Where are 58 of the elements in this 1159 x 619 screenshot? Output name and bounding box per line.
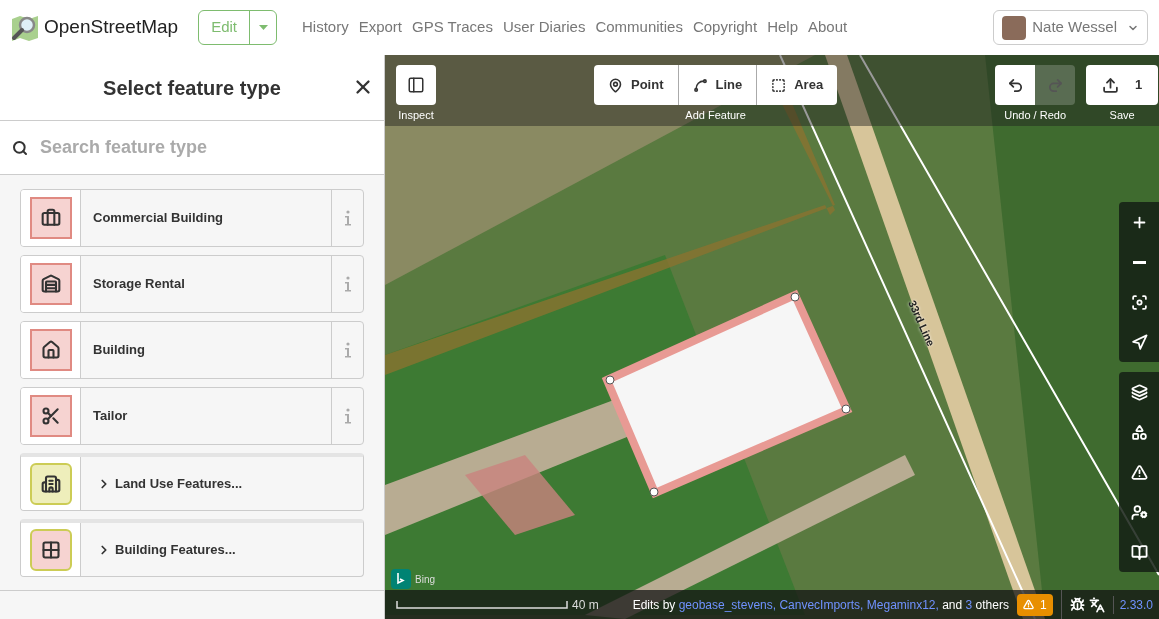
edit-credits: Edits by geobase_stevens, CanvecImports, Megaminx12, and 3 others	[632, 596, 1009, 614]
caret-icon	[258, 25, 268, 30]
mode-icon	[692, 77, 708, 93]
shapes-icon	[1130, 423, 1148, 441]
mode-icon	[771, 77, 787, 93]
nav-link[interactable]: Help	[767, 16, 798, 39]
imagery-logo-icon	[391, 569, 411, 589]
site-logo[interactable]: OpenStreetMap	[44, 13, 179, 42]
panel-title: Select feature type	[103, 75, 281, 101]
add-mode-button[interactable]: Area	[756, 65, 838, 105]
user-link[interactable]: geobase_stevens,	[678, 597, 777, 612]
nav-link[interactable]: History	[302, 16, 349, 39]
toolbar-caption: Save	[1109, 108, 1135, 123]
info-icon	[343, 210, 352, 226]
undo-button[interactable]	[995, 65, 1036, 105]
sidebar-toggle-icon	[407, 76, 425, 94]
scale-label: 40 m	[572, 596, 599, 614]
add-mode-button[interactable]: Point	[594, 65, 678, 105]
toolbar-caption: Inspect	[398, 108, 434, 123]
road-label: 33rd Line	[905, 297, 939, 349]
nav-link[interactable]: User Diaries	[502, 16, 586, 39]
layers-icon	[1130, 383, 1148, 401]
minus-icon	[1132, 260, 1146, 264]
info-icon	[343, 408, 352, 424]
redo-icon	[1046, 76, 1064, 94]
nav-link[interactable]: Export	[358, 16, 403, 39]
undo-icon	[1006, 76, 1024, 94]
avatar-placeholder	[1002, 15, 1027, 40]
user-menu-button[interactable]: Nate Wessel	[993, 10, 1148, 45]
user-link[interactable]: Megaminx12,	[866, 597, 939, 612]
version-link[interactable]: 2.33.0	[1112, 595, 1159, 614]
mode-icon	[608, 77, 623, 93]
upload-icon	[1102, 76, 1120, 94]
nav-link[interactable]: Copyright	[692, 16, 758, 39]
warning-icon	[1022, 599, 1034, 610]
focus-icon	[1130, 293, 1148, 311]
imagery-label: Bing	[415, 572, 435, 587]
nav-link[interactable]: GPS Traces	[412, 16, 493, 39]
search-icon	[12, 139, 28, 156]
inspect-button[interactable]	[396, 65, 436, 105]
user-link[interactable]: CanvecImports,	[779, 597, 864, 612]
arrow-pointer-icon	[1130, 333, 1148, 351]
warning-icon	[1130, 463, 1148, 481]
nav-link[interactable]: About	[808, 16, 848, 39]
search-bar[interactable]: Search feature type	[0, 121, 384, 175]
nav-link[interactable]: Communities	[595, 16, 683, 39]
language-icon[interactable]	[1088, 596, 1105, 613]
search-field[interactable]: Search feature type	[40, 134, 372, 161]
user-gear-icon	[1130, 503, 1148, 521]
info-icon	[343, 342, 352, 358]
toolbar-caption: Undo / Redo	[1004, 108, 1067, 123]
save-button[interactable]: 1	[1086, 65, 1159, 105]
book-icon	[1130, 543, 1148, 561]
add-mode-button[interactable]: Line	[677, 65, 757, 105]
others-link[interactable]: 3	[965, 597, 973, 612]
bug-icon[interactable]	[1069, 597, 1085, 612]
toolbar-caption: Add Feature	[685, 108, 746, 123]
info-icon	[343, 276, 352, 292]
